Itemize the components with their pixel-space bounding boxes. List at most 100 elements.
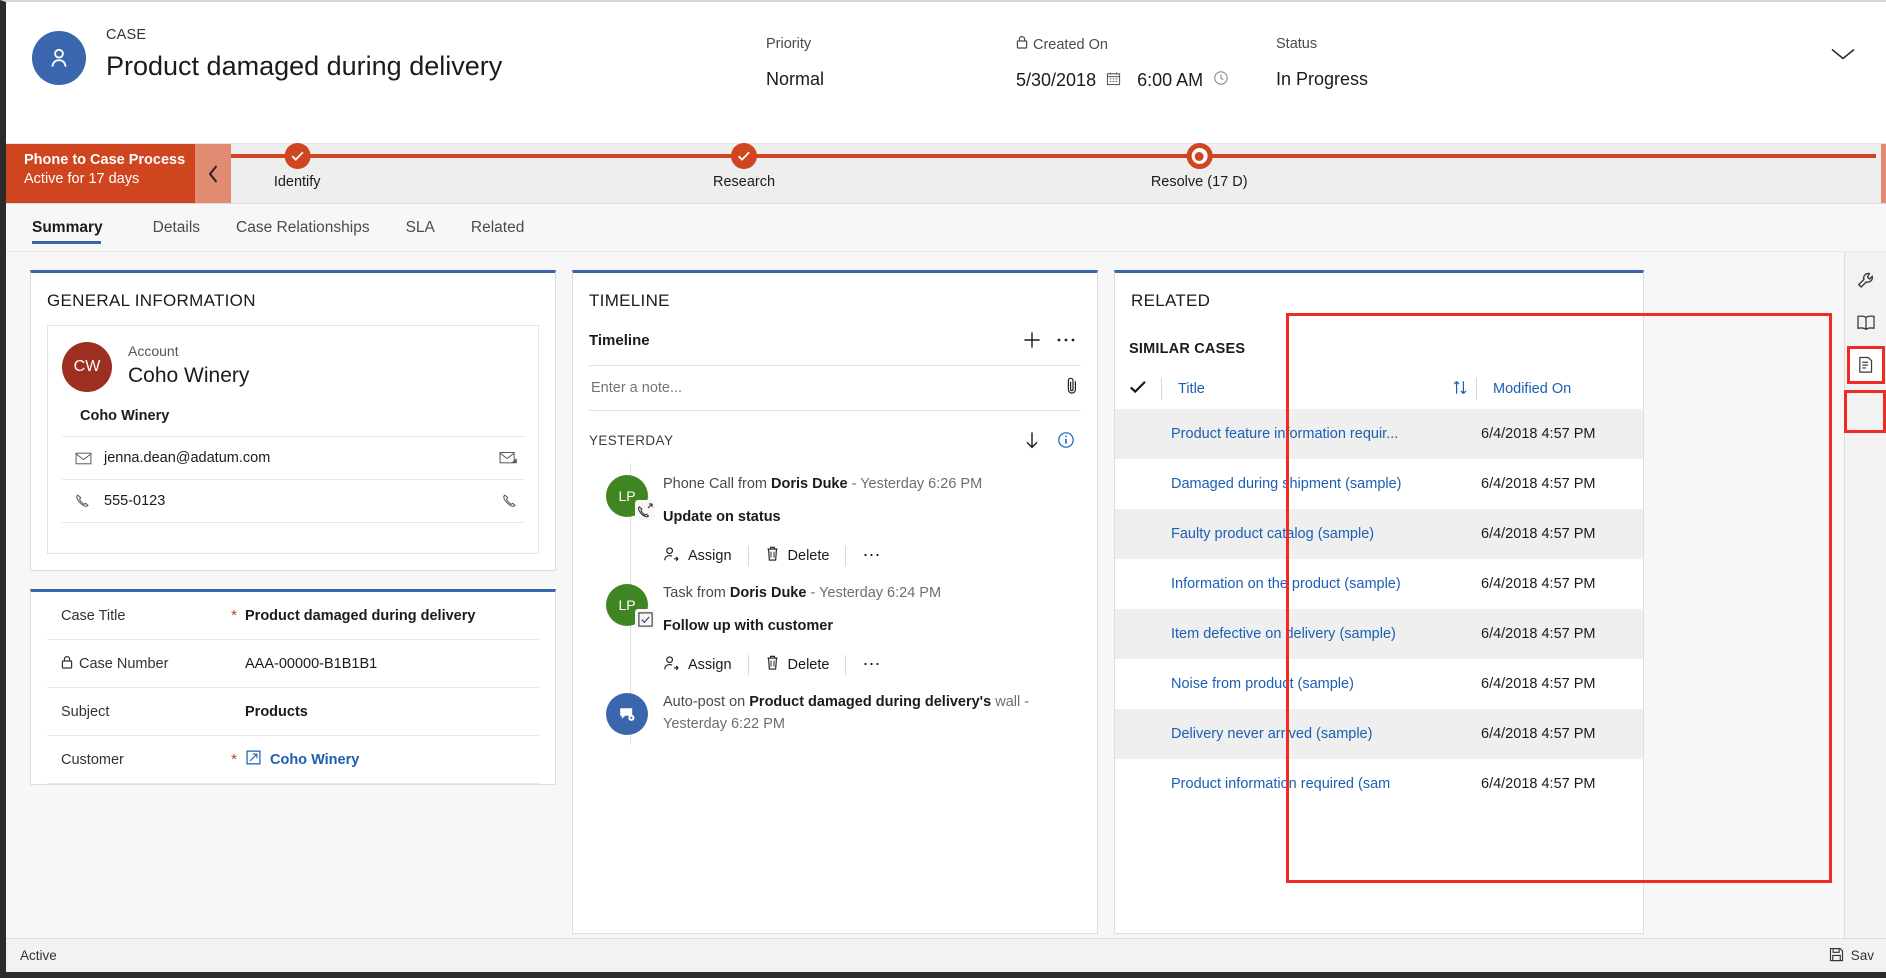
chevron-down-icon[interactable] (1830, 46, 1856, 67)
timeline-entry-subject: Update on status (663, 509, 1083, 525)
clock-icon (1213, 68, 1229, 92)
column-header-title[interactable]: Title (1178, 381, 1452, 397)
sort-icon[interactable] (1452, 379, 1472, 400)
timeline-entry-auto-post[interactable]: Auto-post on Product damaged during deli… (573, 685, 1097, 745)
tab-sla[interactable]: SLA (388, 204, 453, 252)
paperclip-icon[interactable] (1065, 376, 1079, 401)
status-badge[interactable]: In Progress (1276, 67, 1368, 91)
business-process-flow: Phone to Case Process Active for 17 days… (6, 144, 1886, 204)
case-title-link[interactable]: Delivery never arrived (sample) (1171, 726, 1481, 742)
table-row[interactable]: Delivery never arrived (sample) 6/4/2018… (1115, 709, 1643, 759)
priority-value[interactable]: Normal (766, 67, 824, 91)
arrow-down-icon[interactable] (1015, 425, 1049, 455)
related-records-icon[interactable] (1847, 346, 1885, 384)
field-value-subject[interactable]: Products (245, 704, 308, 720)
stage-label: Research (713, 174, 775, 190)
record-state: Active (20, 948, 57, 963)
case-modified-on: 6/4/2018 4:57 PM (1481, 476, 1643, 492)
checkmark-icon[interactable] (1129, 380, 1157, 399)
save-icon (1829, 947, 1844, 965)
process-progress-line (231, 154, 1876, 158)
case-title-link[interactable]: Noise from product (sample) (1171, 676, 1481, 692)
customer-link-text: Coho Winery (270, 752, 359, 768)
table-row[interactable]: Damaged during shipment (sample) 6/4/201… (1115, 459, 1643, 509)
account-phone[interactable]: 555-0123 (104, 493, 165, 509)
process-stage-identify[interactable]: Identify (274, 144, 321, 190)
account-box-spacer (62, 523, 524, 553)
case-fields-card: Case Title * Product damaged during deli… (30, 589, 556, 785)
timeline-entry-subject: Follow up with customer (663, 618, 1083, 634)
case-title-link[interactable]: Product information required (sam (1171, 776, 1481, 792)
table-row[interactable]: Item defective on delivery (sample) 6/4/… (1115, 609, 1643, 659)
auto-post-icon (606, 693, 648, 735)
call-icon[interactable] (502, 493, 518, 509)
field-row-customer: Customer * Coho Winery (47, 736, 539, 784)
account-name[interactable]: Coho Winery (128, 362, 249, 390)
wrench-icon[interactable] (1847, 262, 1885, 300)
calendar-icon (1106, 68, 1121, 92)
process-stage-track: Identify Research Resolve (17 D) (231, 144, 1886, 203)
timeline-entry-task[interactable]: LP Task from Doris Duke - Yesterday 6:24… (573, 576, 1097, 685)
search-input note-input[interactable] (589, 379, 1081, 397)
outgoing-call-icon (635, 500, 655, 520)
stage-complete-icon (731, 143, 757, 169)
account-phone-row: 555-0123 (62, 480, 524, 523)
table-row[interactable]: Product feature information requir... 6/… (1115, 409, 1643, 459)
chevron-left-icon[interactable] (195, 144, 231, 203)
entry-separator: - (848, 476, 861, 492)
delete-button[interactable]: Delete (765, 545, 846, 566)
person-icon (32, 31, 86, 85)
general-information-column: GENERAL INFORMATION CW Account Coho Wine… (30, 270, 556, 952)
form-body: GENERAL INFORMATION CW Account Coho Wine… (6, 252, 1886, 952)
assign-button[interactable]: Assign (663, 546, 748, 566)
tab-related[interactable]: Related (453, 204, 542, 252)
process-subtitle: Active for 17 days (24, 170, 195, 189)
tab-summary[interactable]: Summary (32, 204, 121, 252)
stage-label: Resolve (17 D) (1151, 174, 1248, 190)
process-header[interactable]: Phone to Case Process Active for 17 days (6, 144, 231, 203)
send-email-icon[interactable] (499, 451, 518, 466)
tab-details[interactable]: Details (135, 204, 218, 252)
case-title-link[interactable]: Item defective on delivery (sample) (1171, 626, 1481, 642)
form-tabs: Summary Details Case Relationships SLA R… (6, 204, 1886, 252)
plus-icon[interactable] (1015, 325, 1049, 355)
ellipsis-icon[interactable]: ⋯ (862, 545, 897, 566)
assign-label: Assign (688, 548, 732, 564)
ellipsis-icon[interactable]: ⋯ (862, 654, 897, 675)
ellipsis-icon[interactable] (1049, 325, 1083, 355)
divider (1161, 378, 1162, 400)
table-row[interactable]: Noise from product (sample) 6/4/2018 4:5… (1115, 659, 1643, 709)
case-title-link[interactable]: Product feature information requir... (1171, 426, 1481, 442)
field-label: Case Title (47, 608, 223, 624)
assign-button[interactable]: Assign (663, 655, 748, 675)
field-value-case-title[interactable]: Product damaged during delivery (245, 608, 475, 624)
table-row[interactable]: Product information required (sam 6/4/20… (1115, 759, 1643, 809)
related-section-title: RELATED (1115, 273, 1643, 325)
tab-case-relationships[interactable]: Case Relationships (218, 204, 388, 252)
field-value-customer[interactable]: Coho Winery (245, 749, 359, 770)
header-field-priority: Priority Normal (766, 35, 1016, 92)
delete-button[interactable]: Delete (765, 654, 846, 675)
account-email[interactable]: jenna.dean@adatum.com (104, 450, 270, 466)
save-button[interactable]: Sav (1829, 947, 1874, 965)
created-on-date: 5/30/2018 (1016, 68, 1096, 92)
lock-icon (61, 655, 73, 673)
case-form-window: CASE Product damaged during delivery Pri… (0, 0, 1886, 978)
phone-icon (62, 493, 104, 509)
table-row[interactable]: Faulty product catalog (sample) 6/4/2018… (1115, 509, 1643, 559)
timeline-entry-phone-call[interactable]: LP Phone Call from Doris Duke - Yesterda… (573, 467, 1097, 576)
case-title-link[interactable]: Damaged during shipment (sample) (1171, 476, 1481, 492)
book-icon[interactable] (1847, 304, 1885, 342)
case-title-link[interactable]: Faulty product catalog (sample) (1171, 526, 1481, 542)
table-row[interactable]: Information on the product (sample) 6/4/… (1115, 559, 1643, 609)
timeline-panel-title: Timeline (589, 332, 1015, 349)
page-title: Product damaged during delivery (106, 48, 502, 84)
field-row-case-number: Case Number AAA-00000-B1B1B1 (47, 640, 539, 688)
process-stage-research[interactable]: Research (713, 144, 775, 190)
process-stage-resolve[interactable]: Resolve (17 D) (1151, 144, 1248, 190)
info-icon[interactable] (1049, 425, 1083, 455)
column-header-modified-on[interactable]: Modified On (1493, 381, 1643, 397)
entry-separator: wall - (991, 694, 1029, 710)
status-bar: Active Sav (6, 938, 1886, 972)
case-title-link[interactable]: Information on the product (sample) (1171, 576, 1481, 592)
